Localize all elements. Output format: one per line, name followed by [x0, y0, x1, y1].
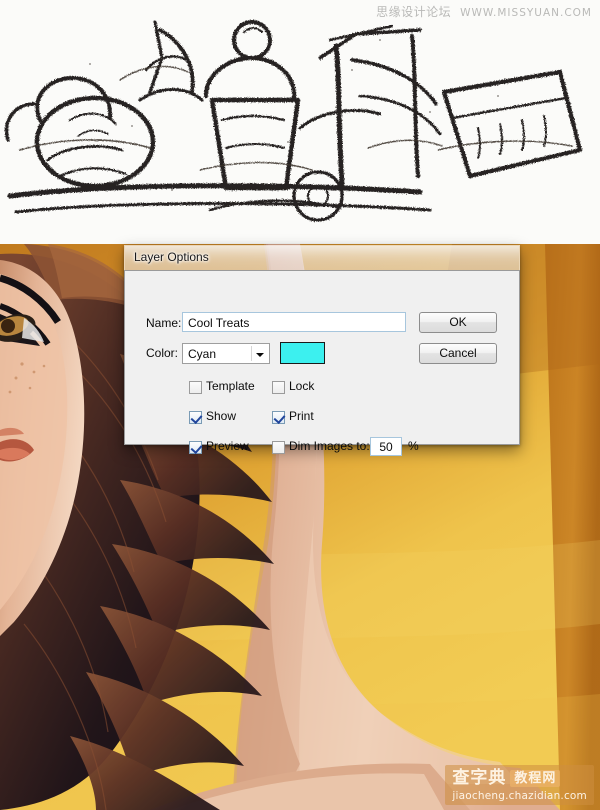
template-checkbox[interactable]	[189, 381, 202, 394]
preview-label: Preview	[206, 439, 249, 453]
top-watermark-url: WWW.MISSYUAN.COM	[460, 7, 592, 19]
logo-text-jiaochengwang: 教程网	[510, 769, 561, 787]
color-swatch[interactable]	[280, 342, 325, 364]
dim-images-checkbox[interactable]	[272, 441, 285, 454]
dim-images-label: Dim Images to:	[289, 439, 370, 453]
logo-row-primary: 查字典 教程网	[452, 767, 587, 788]
chevron-down-icon	[256, 353, 264, 357]
print-checkbox[interactable]	[272, 411, 285, 424]
color-label: Color:	[146, 346, 179, 360]
lock-checkbox[interactable]	[272, 381, 285, 394]
color-selected-value: Cyan	[188, 347, 217, 361]
pencil-sketch-illustration	[0, 0, 600, 248]
layer-name-input[interactable]	[182, 312, 406, 332]
logo-text-chazidian: 查字典	[452, 767, 507, 788]
screenshot-canvas: 思缘设计论坛 WWW.MISSYUAN.COM 查字典 教程网 jiaochen…	[0, 0, 600, 810]
name-label: Name:	[146, 316, 182, 330]
dim-images-unit: %	[408, 439, 419, 453]
dialog-content: Name: Color: Cyan OK Cancel Template	[125, 271, 519, 456]
show-label: Show	[206, 409, 237, 423]
top-watermark: 思缘设计论坛 WWW.MISSYUAN.COM	[376, 3, 592, 20]
color-dropdown[interactable]: Cyan	[182, 343, 270, 364]
cancel-button[interactable]: Cancel	[419, 343, 497, 364]
dim-images-value-input[interactable]	[370, 437, 402, 456]
lock-label: Lock	[289, 379, 315, 393]
layer-options-dialog: Layer Options Name: Color: Cyan OK Cance…	[124, 245, 520, 456]
dropdown-divider	[251, 346, 252, 361]
top-watermark-cn: 思缘设计论坛	[376, 5, 452, 19]
template-label: Template	[206, 379, 255, 393]
preview-checkbox[interactable]	[189, 441, 202, 454]
logo-url: jiaocheng.chazidian.com	[452, 789, 587, 802]
print-label: Print	[289, 409, 314, 423]
show-checkbox[interactable]	[189, 411, 202, 424]
dialog-title-bar[interactable]: Layer Options	[124, 245, 520, 270]
sketch-artwork-panel	[0, 0, 600, 248]
dialog-title: Layer Options	[134, 250, 209, 264]
site-logo-watermark: 查字典 教程网 jiaocheng.chazidian.com	[445, 764, 594, 805]
ok-button[interactable]: OK	[419, 312, 497, 333]
dialog-body: Name: Color: Cyan OK Cancel Template	[124, 270, 520, 456]
